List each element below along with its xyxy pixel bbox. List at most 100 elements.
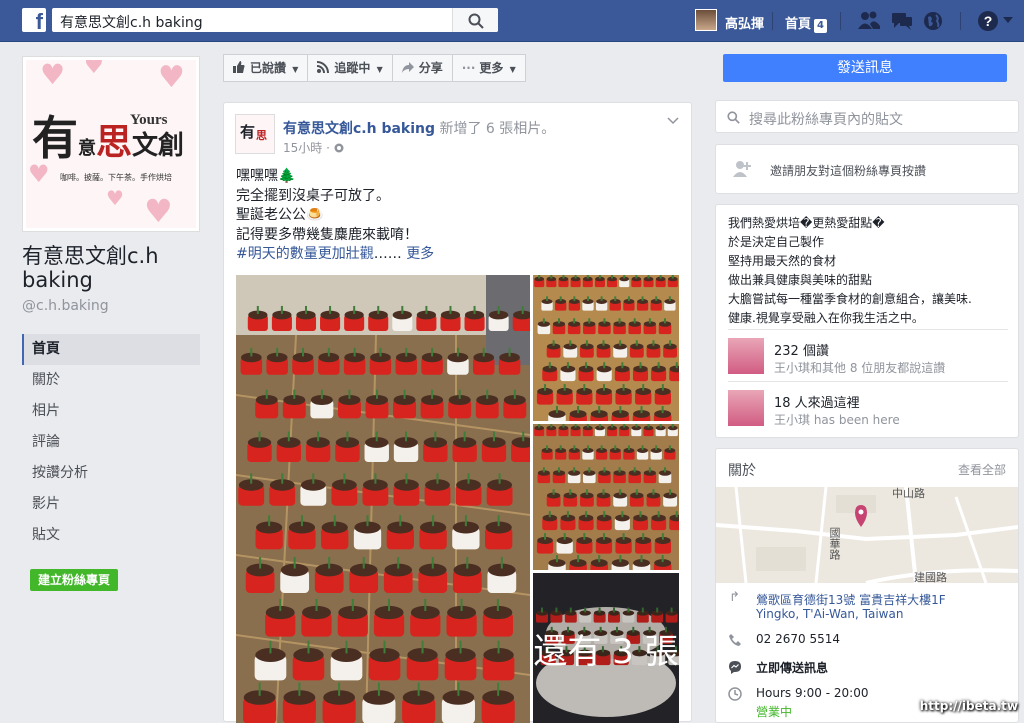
about-line: 堅持用最天然的食材 (728, 252, 972, 271)
map-graphic (716, 487, 1018, 583)
more-photos-overlay[interactable]: 還有 3 張 (533, 573, 679, 723)
visits-row: 18 人來過這裡 王小琪 has been here (728, 381, 1008, 433)
nav-item-reviews[interactable]: 評論 (22, 427, 200, 458)
logo-tagline: 咖啡。披薩。下午茶。手作烘培 (60, 172, 172, 183)
home-label[interactable]: 首頁 (785, 17, 811, 32)
see-more-link[interactable]: 更多 (406, 246, 434, 262)
phone-icon (728, 633, 742, 647)
avatar-logo-text: 思 (256, 127, 267, 143)
account-menu-chevron-down-icon[interactable] (1003, 17, 1013, 25)
see-all-link[interactable]: 查看全部 (958, 461, 1006, 478)
phone-number[interactable]: 02 2670 5514 (756, 632, 840, 646)
send-message-button[interactable]: 發送訊息 (723, 54, 1007, 82)
heart-decoration-icon: ♥ (84, 60, 104, 79)
search-icon (468, 13, 484, 29)
nav-item-about[interactable]: 關於 (22, 365, 200, 396)
post-photo-more[interactable]: 還有 3 張 (533, 573, 679, 723)
chevron-down-icon: ▼ (510, 65, 516, 74)
home-count-badge: 4 (814, 19, 827, 33)
about-header: 關於 (728, 460, 756, 480)
notifications-globe-icon[interactable] (922, 10, 944, 32)
nav-item-photos[interactable]: 相片 (22, 396, 200, 427)
share-button[interactable]: 分享 (392, 54, 453, 82)
liked-label: 已說讚 (250, 61, 286, 75)
page-post-search-placeholder[interactable]: 搜尋此粉絲專頁內的貼文 (749, 109, 903, 129)
map-road-label: 國華路 (826, 527, 842, 560)
opening-hours[interactable]: Hours 9:00 - 20:00 (756, 686, 868, 700)
post-action-text: 新增了 6 張相片。 (435, 121, 555, 137)
friend-avatar[interactable] (728, 338, 764, 374)
send-message-link[interactable]: 立即傳送訊息 (756, 659, 828, 676)
search-input-value[interactable]: 有意思文創c.h baking (60, 12, 203, 32)
map-road-label: 建國路 (914, 569, 947, 583)
page-action-bar: 已說讚 ▼ 追蹤中 ▼ 分享 ···更多 ▼ (223, 54, 525, 82)
page-profile-picture[interactable]: ♥ ♥ ♥ ♥ ♥ ♥ 有意思文創 Yours 咖啡。披薩。下午茶。手作烘培 (22, 56, 200, 232)
nav-item-posts[interactable]: 貼文 (22, 520, 200, 551)
post-options-chevron-down-icon[interactable] (667, 117, 679, 125)
clock-icon (728, 687, 742, 701)
invite-friends-text[interactable]: 邀請朋友對這個粉絲專頁按讚 (770, 162, 926, 179)
heart-decoration-icon: ♥ (144, 192, 173, 228)
page-title[interactable]: 有意思文創c.h baking (22, 244, 202, 292)
nav-item-home[interactable]: 首頁 (22, 334, 200, 365)
chevron-down-icon: ▼ (377, 65, 383, 74)
post-line: 聖誕老公公🍮 (236, 206, 434, 226)
page-logo: ♥ ♥ ♥ ♥ ♥ ♥ 有意思文創 Yours 咖啡。披薩。下午茶。手作烘培 (26, 60, 196, 228)
address-line-2[interactable]: Yingko, T'Ai-Wan, Taiwan (756, 607, 903, 621)
top-bar: f 有意思文創c.h baking 高弘揮 首頁4 ? (0, 0, 1024, 42)
post-timestamp[interactable]: 15小時 · (283, 139, 344, 156)
messenger-icon (728, 660, 742, 674)
friend-avatar[interactable] (728, 390, 764, 426)
visits-friends: 王小琪 has been here (774, 411, 900, 428)
directions-arrow-icon: ↱ (729, 590, 740, 605)
nav-item-likes[interactable]: 按讚分析 (22, 458, 200, 489)
page-nav: 首頁 關於 相片 評論 按讚分析 影片 貼文 (22, 334, 200, 551)
watermark: http://ibeta.tw (920, 699, 1018, 713)
divider (772, 12, 773, 30)
home-link[interactable]: 首頁4 (785, 13, 827, 33)
post-photo[interactable] (533, 424, 679, 570)
address-line-1[interactable]: 鶯歌區育德街13號 富貴吉祥大樓1F (756, 591, 946, 608)
location-map[interactable]: 中山路 國華路 建國路 (716, 487, 1018, 583)
share-label: 分享 (419, 61, 443, 75)
more-dots-icon: ··· (462, 61, 476, 75)
following-button[interactable]: 追蹤中 ▼ (307, 54, 392, 82)
page-post-search[interactable]: 搜尋此粉絲專頁內的貼文 (715, 100, 1019, 133)
map-road-label: 中山路 (892, 487, 925, 501)
post-photo[interactable] (533, 275, 679, 421)
heart-decoration-icon: ♥ (158, 60, 185, 95)
help-icon[interactable]: ? (977, 10, 999, 32)
create-page-button[interactable]: 建立粉絲專頁 (30, 569, 118, 591)
about-description: 我們熱愛烘培�更熱愛甜點� 於是決定自己製作 堅持用最天然的食材 做出兼具健康與… (728, 214, 972, 328)
page-username[interactable]: @c.h.baking (22, 298, 109, 314)
profile-name[interactable]: 高弘揮 (725, 13, 764, 32)
post-author-link[interactable]: 有意思文創c.h baking (283, 121, 435, 137)
avatar-logo-text: 有 (240, 121, 255, 142)
post-header: 有意思文創c.h baking 新增了 6 張相片。 (283, 118, 555, 138)
cupcakes-photo (236, 275, 530, 723)
search-icon (727, 111, 740, 124)
liked-button[interactable]: 已說讚 ▼ (223, 54, 308, 82)
messages-icon[interactable] (890, 10, 914, 32)
search-input[interactable]: 有意思文創c.h baking (52, 8, 498, 32)
friend-requests-icon[interactable] (857, 10, 881, 32)
search-button[interactable] (452, 8, 498, 32)
thumbs-up-icon (233, 61, 245, 73)
hashtag-link[interactable]: #明天的數量更加壯觀 (236, 246, 374, 262)
globe-privacy-icon (334, 143, 344, 153)
post-photo-main[interactable] (236, 275, 530, 723)
open-now-status: 營業中 (756, 703, 792, 720)
about-line: 大膽嘗試每一種當季食材的創意組合，讓美味. (728, 290, 972, 309)
avatar[interactable] (695, 9, 717, 31)
invite-friends-card[interactable]: 邀請朋友對這個粉絲專頁按讚 (715, 144, 1019, 194)
nav-item-videos[interactable]: 影片 (22, 489, 200, 520)
likes-count[interactable]: 232 個讚 (774, 340, 829, 359)
post-card: 有 思 有意思文創c.h baking 新增了 6 張相片。 15小時 · 嘿嘿… (223, 102, 692, 722)
svg-text:?: ? (984, 13, 993, 29)
facebook-logo-icon[interactable]: f (22, 8, 46, 32)
visits-count[interactable]: 18 人來過這裡 (774, 392, 860, 411)
rss-icon (317, 61, 329, 73)
more-button[interactable]: ···更多 ▼ (452, 54, 526, 82)
post-author-avatar[interactable]: 有 思 (235, 114, 275, 154)
logo-yours: Yours (130, 112, 168, 129)
